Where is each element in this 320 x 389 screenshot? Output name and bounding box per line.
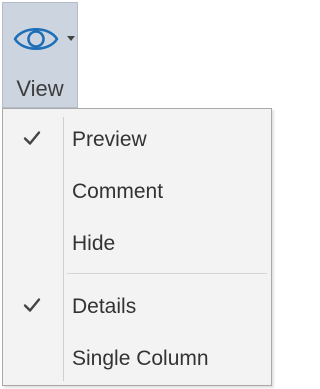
checkmark-icon: [23, 298, 41, 312]
menu-item-comment[interactable]: Comment: [5, 169, 269, 215]
eye-icon: [13, 27, 59, 51]
view-dropdown-menu: Preview Comment Hide Details Single Colu…: [2, 108, 272, 386]
menu-item-label: Details: [72, 295, 137, 318]
menu-item-label: Single Column: [72, 347, 209, 370]
menu-item-label: Preview: [72, 128, 147, 151]
menu-item-hide[interactable]: Hide: [5, 221, 269, 267]
menu-item-label: Hide: [72, 232, 116, 255]
menu-item-label: Comment: [72, 180, 164, 203]
view-button-label: View: [16, 76, 64, 101]
view-button[interactable]: View: [2, 2, 78, 108]
menu-item-details[interactable]: Details: [5, 284, 269, 330]
chevron-down-icon[interactable]: [67, 36, 75, 42]
checkmark-icon: [23, 131, 41, 145]
view-menu-screen: View Preview Comment Hide Details Single…: [0, 0, 273, 389]
menu-separator: [67, 273, 267, 274]
menu-item-preview[interactable]: Preview: [5, 117, 269, 163]
menu-item-single-column[interactable]: Single Column: [5, 336, 269, 382]
